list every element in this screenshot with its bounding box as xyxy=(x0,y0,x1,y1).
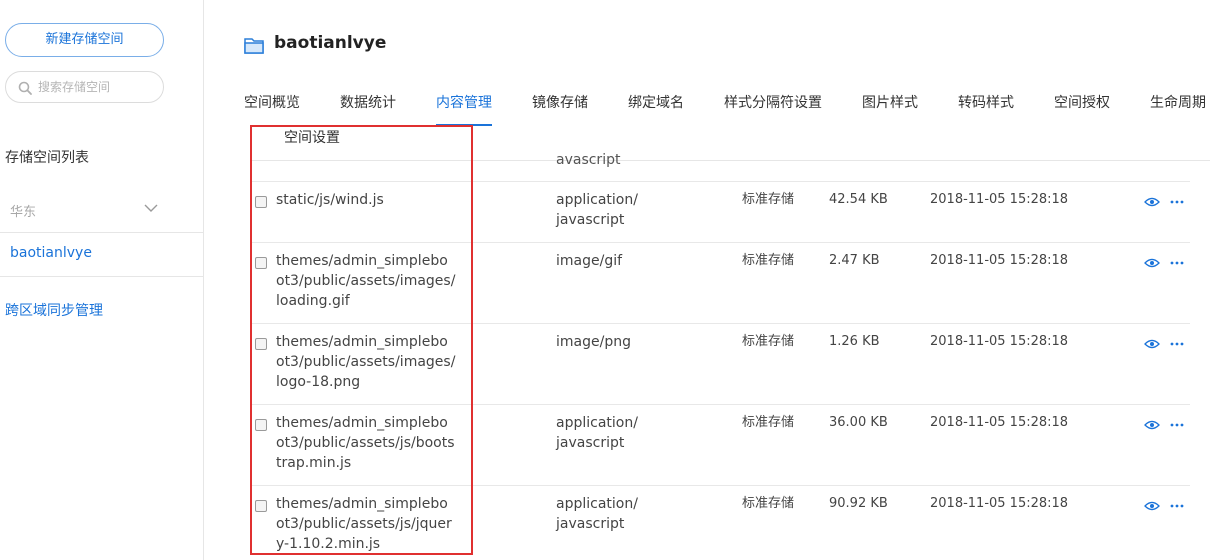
file-date: 2018-11-05 15:28:18 xyxy=(930,496,1069,511)
bucket-list-title: 存储空间列表 xyxy=(5,150,89,166)
folder-icon xyxy=(244,38,264,54)
table-row[interactable]: static/js/wind.js application/javascript… xyxy=(250,181,1190,242)
file-path: static/js/wind.js xyxy=(276,192,384,208)
file-date: 2018-11-05 15:28:18 xyxy=(930,253,1069,268)
file-mime: application/javascript xyxy=(556,192,638,228)
file-storage-class: 标准存储 xyxy=(742,253,795,268)
sidebar: 新建存储空间 存储空间列表 华东 baotianlvye 跨区域同步管理 xyxy=(0,0,204,560)
row-checkbox[interactable] xyxy=(255,338,267,350)
cross-region-sync-link[interactable]: 跨区域同步管理 xyxy=(5,300,103,320)
file-path: themes/admin_simpleboot3/public/assets/j… xyxy=(276,496,452,552)
row-checkbox[interactable] xyxy=(255,196,267,208)
eye-icon[interactable] xyxy=(1144,258,1160,268)
sidebar-item-bucket[interactable]: baotianlvye xyxy=(0,233,204,277)
search-input[interactable] xyxy=(38,77,158,97)
tab-statistics[interactable]: 数据统计 xyxy=(340,92,396,112)
file-storage-class: 标准存储 xyxy=(742,496,795,511)
region-label: 华东 xyxy=(10,205,37,220)
search-box[interactable] xyxy=(5,71,164,103)
more-icon[interactable] xyxy=(1170,200,1184,204)
active-tab-indicator xyxy=(436,124,492,126)
file-storage-class: 标准存储 xyxy=(742,415,795,430)
search-icon xyxy=(18,81,32,95)
file-date: 2018-11-05 15:28:18 xyxy=(930,415,1069,430)
file-mime: application/javascript xyxy=(556,496,638,532)
file-size: 42.54 KB xyxy=(829,192,888,207)
partial-mime-text: avascript xyxy=(556,152,621,168)
tab-image-style[interactable]: 图片样式 xyxy=(862,92,918,112)
file-size: 90.92 KB xyxy=(829,496,888,511)
eye-icon[interactable] xyxy=(1144,501,1160,511)
tab-space-authorization[interactable]: 空间授权 xyxy=(1054,92,1110,112)
row-checkbox[interactable] xyxy=(255,419,267,431)
table-row[interactable]: themes/admin_simpleboot3/public/assets/i… xyxy=(250,323,1190,404)
eye-icon[interactable] xyxy=(1144,197,1160,207)
new-bucket-button[interactable]: 新建存储空间 xyxy=(5,23,164,57)
tab-style-separator[interactable]: 样式分隔符设置 xyxy=(724,92,822,112)
file-storage-class: 标准存储 xyxy=(742,192,795,207)
file-table: avascript static/js/wind.js application/… xyxy=(250,152,1190,560)
file-mime: image/png xyxy=(556,334,631,350)
row-checkbox[interactable] xyxy=(255,257,267,269)
tab-space-settings[interactable]: 空间设置 xyxy=(284,127,340,147)
bucket-item-label: baotianlvye xyxy=(10,245,92,261)
chevron-down-icon xyxy=(144,204,158,212)
file-path: themes/admin_simpleboot3/public/assets/i… xyxy=(276,253,456,309)
file-mime: image/gif xyxy=(556,253,623,269)
more-icon[interactable] xyxy=(1170,261,1184,265)
table-row[interactable]: themes/admin_simpleboot3/public/assets/j… xyxy=(250,485,1190,560)
more-icon[interactable] xyxy=(1170,423,1184,427)
file-path: themes/admin_simpleboot3/public/assets/i… xyxy=(276,334,456,390)
file-size: 2.47 KB xyxy=(829,253,880,268)
table-row[interactable]: themes/admin_simpleboot3/public/assets/i… xyxy=(250,242,1190,323)
table-row[interactable]: themes/admin_simpleboot3/public/assets/j… xyxy=(250,404,1190,485)
row-checkbox[interactable] xyxy=(255,500,267,512)
file-path: themes/admin_simpleboot3/public/assets/j… xyxy=(276,415,455,471)
file-date: 2018-11-05 15:28:18 xyxy=(930,334,1069,349)
more-icon[interactable] xyxy=(1170,504,1184,508)
tab-transcode-style[interactable]: 转码样式 xyxy=(958,92,1014,112)
page-title: baotianlvye xyxy=(274,33,387,53)
tab-content-management[interactable]: 内容管理 xyxy=(436,92,492,112)
file-mime: application/javascript xyxy=(556,415,638,451)
eye-icon[interactable] xyxy=(1144,420,1160,430)
bucket-header: baotianlvye 空间概览 数据统计 内容管理 镜像存储 绑定域名 样式分… xyxy=(205,0,1218,161)
tab-overview[interactable]: 空间概览 xyxy=(244,92,300,112)
file-size: 1.26 KB xyxy=(829,334,880,349)
file-storage-class: 标准存储 xyxy=(742,334,795,349)
tab-lifecycle[interactable]: 生命周期 xyxy=(1150,92,1206,112)
tab-mirror-storage[interactable]: 镜像存储 xyxy=(532,92,588,112)
file-size: 36.00 KB xyxy=(829,415,888,430)
region-selector[interactable]: 华东 xyxy=(0,188,204,233)
file-date: 2018-11-05 15:28:18 xyxy=(930,192,1069,207)
eye-icon[interactable] xyxy=(1144,339,1160,349)
more-icon[interactable] xyxy=(1170,342,1184,346)
tab-bind-domain[interactable]: 绑定域名 xyxy=(628,92,684,112)
